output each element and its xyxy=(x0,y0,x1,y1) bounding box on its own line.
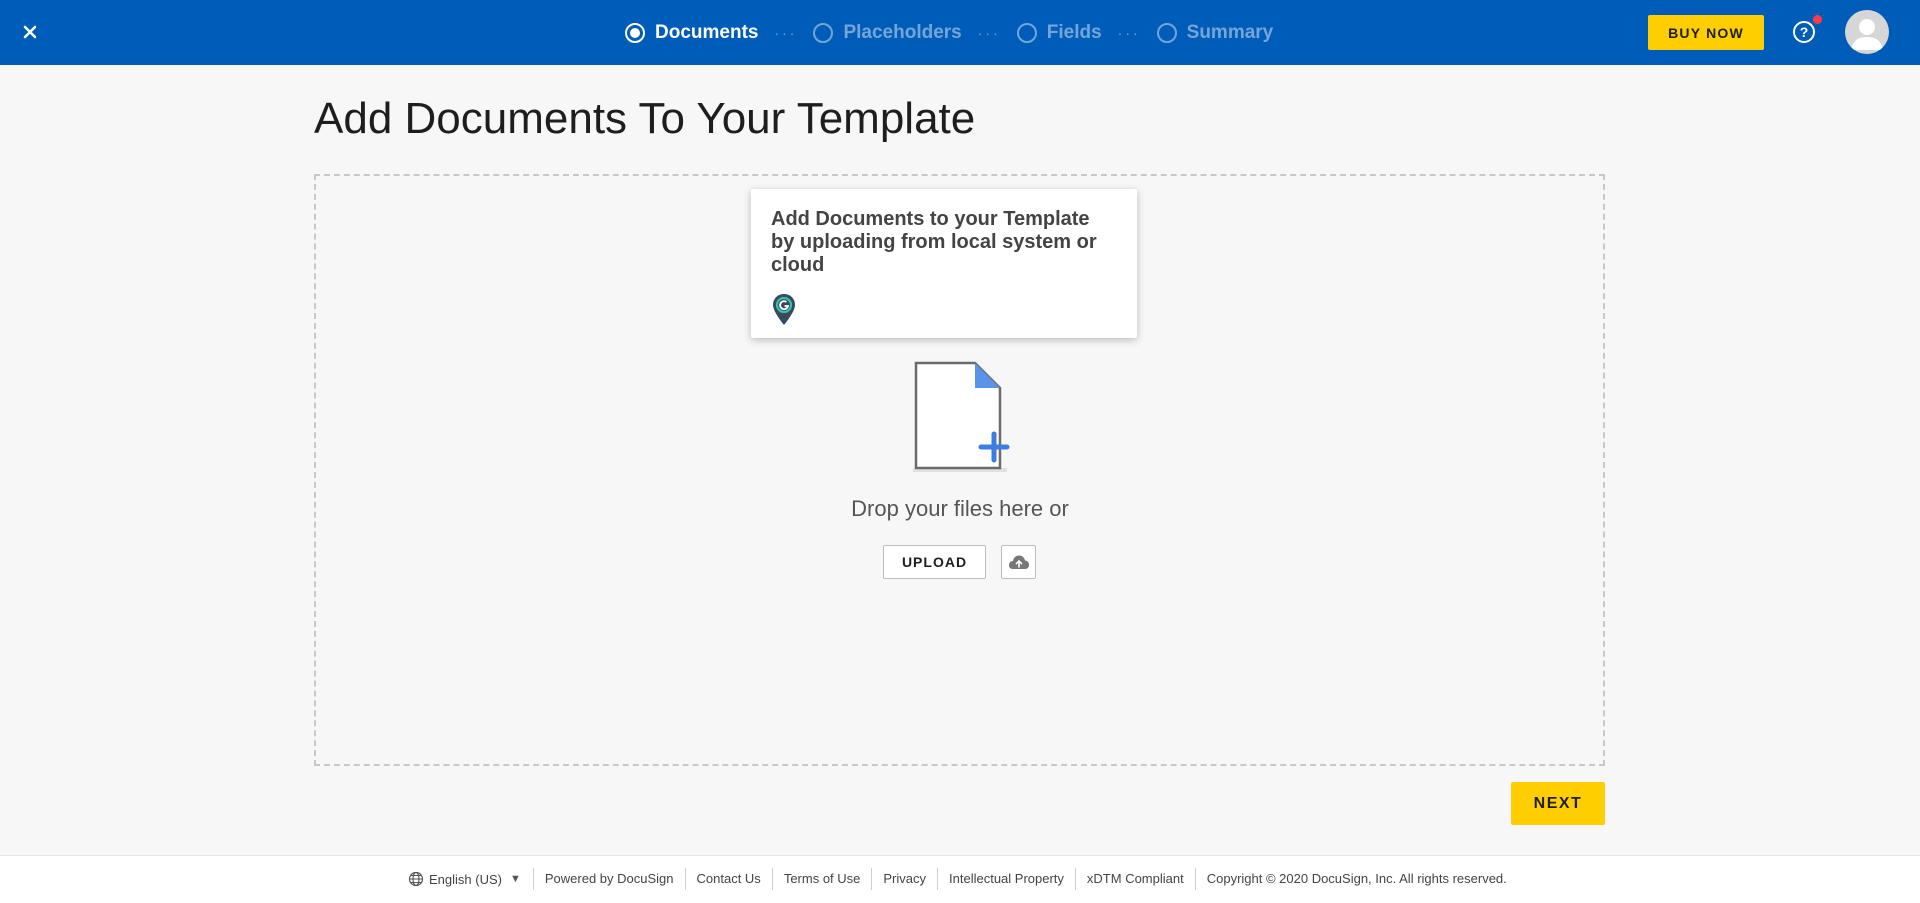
step-summary[interactable]: Summary xyxy=(1156,21,1274,44)
step-separator: ··· xyxy=(977,24,1001,41)
footer: English (US) ▼ Powered by DocuSign Conta… xyxy=(0,855,1920,903)
footer-link-contact-us[interactable]: Contact Us xyxy=(684,868,772,890)
step-radio-icon xyxy=(1156,22,1177,43)
tooltip-text: Add Documents to your Template by upload… xyxy=(771,208,1097,276)
cloud-upload-icon xyxy=(1008,555,1029,569)
add-document-icon xyxy=(913,361,1010,472)
close-icon xyxy=(23,25,37,39)
step-label: Summary xyxy=(1186,21,1274,43)
wizard-steps: Documents ··· Placeholders ··· Fields ··… xyxy=(625,0,1273,65)
drop-instructions: Drop your files here or xyxy=(851,496,1069,521)
step-documents[interactable]: Documents xyxy=(625,22,758,44)
next-button[interactable]: NEXT xyxy=(1511,782,1605,825)
step-separator: ··· xyxy=(1117,24,1141,41)
step-placeholders[interactable]: Placeholders xyxy=(813,21,962,44)
footer-link-powered-by[interactable]: Powered by DocuSign xyxy=(532,868,685,890)
step-fields[interactable]: Fields xyxy=(1016,21,1102,44)
language-label: English (US) xyxy=(429,871,502,887)
close-button[interactable] xyxy=(18,20,42,44)
step-radio-icon xyxy=(1016,22,1037,43)
language-selector[interactable]: English (US) ▼ xyxy=(408,871,533,887)
footer-link-intellectual-property[interactable]: Intellectual Property xyxy=(937,868,1075,890)
avatar[interactable] xyxy=(1845,10,1889,54)
step-label: Fields xyxy=(1046,21,1102,43)
notification-dot xyxy=(1813,15,1822,24)
help-icon[interactable]: ? xyxy=(1793,21,1815,43)
guide-tooltip: Add Documents to your Template by upload… xyxy=(751,189,1137,338)
footer-link-xdtm-compliant[interactable]: xDTM Compliant xyxy=(1074,868,1195,890)
step-radio-icon xyxy=(625,22,645,43)
user-icon xyxy=(1851,19,1883,50)
page-title: Add Documents To Your Template xyxy=(314,94,976,143)
top-navigation-bar: Documents ··· Placeholders ··· Fields ··… xyxy=(0,0,1920,65)
guide-pin-icon xyxy=(773,294,795,325)
buy-now-button[interactable]: BUY NOW xyxy=(1648,15,1764,50)
step-label: Documents xyxy=(655,21,759,43)
footer-link-terms-of-use[interactable]: Terms of Use xyxy=(771,868,872,890)
copyright-text: Copyright © 2020 DocuSign, Inc. All righ… xyxy=(1194,868,1518,890)
upload-button[interactable]: UPLOAD xyxy=(883,545,986,579)
step-radio-icon xyxy=(813,22,834,43)
globe-icon xyxy=(408,871,424,887)
step-separator: ··· xyxy=(774,24,798,41)
step-label: Placeholders xyxy=(843,21,962,43)
footer-link-privacy[interactable]: Privacy xyxy=(871,868,937,890)
cloud-upload-button[interactable] xyxy=(1001,545,1036,579)
chevron-down-icon: ▼ xyxy=(509,873,521,885)
